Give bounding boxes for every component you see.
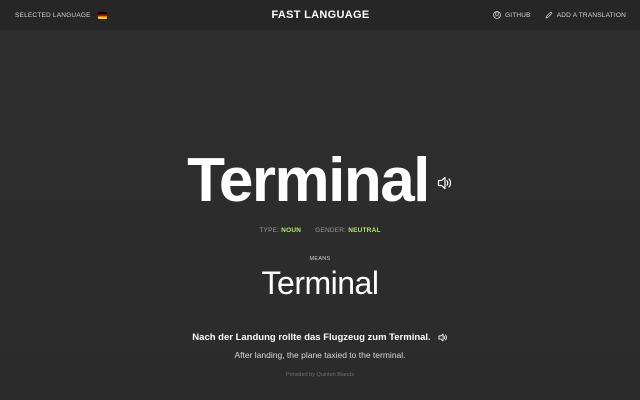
example-sentence-row: Nach der Landung rollte das Flugzeug zum… — [0, 332, 640, 343]
add-translation-link[interactable]: ADD A TRANSLATION — [545, 11, 626, 19]
word-meta: TYPE: NOUN GENDER: NEUTRAL — [0, 227, 640, 234]
speaker-icon[interactable] — [437, 176, 453, 190]
type-value: NOUN — [281, 227, 302, 234]
app-title: FAST LANGUAGE — [271, 9, 370, 21]
header-links: GITHUB ADD A TRANSLATION — [426, 11, 626, 19]
pencil-icon — [545, 11, 553, 19]
type-label: TYPE: — [259, 227, 280, 234]
github-link[interactable]: GITHUB — [493, 11, 531, 19]
selected-language-label: SELECTED LANGUAGE — [15, 11, 91, 19]
example-sentence: Nach der Landung rollte das Flugzeug zum… — [192, 332, 431, 343]
selected-language[interactable]: SELECTED LANGUAGE — [15, 11, 215, 19]
german-flag-icon[interactable] — [97, 11, 107, 19]
foreign-word: Terminal — [187, 146, 430, 215]
example-translation: After landing, the plane taxied to the t… — [234, 350, 406, 360]
translated-word: Terminal — [261, 265, 379, 301]
speaker-icon[interactable] — [438, 333, 448, 342]
gender-value: NEUTRAL — [348, 227, 381, 234]
top-bar: SELECTED LANGUAGE FAST LANGUAGE GITHUB A… — [0, 0, 640, 30]
word-row: Terminal — [0, 145, 640, 217]
means-label: MEANS — [309, 256, 331, 262]
credit-text: Provided by Quinten Blands — [285, 372, 355, 378]
github-label: GITHUB — [504, 11, 531, 19]
github-icon — [493, 11, 501, 19]
page: SELECTED LANGUAGE FAST LANGUAGE GITHUB A… — [0, 0, 640, 400]
gender-label: GENDER: — [315, 227, 347, 234]
add-translation-label: ADD A TRANSLATION — [556, 11, 626, 19]
